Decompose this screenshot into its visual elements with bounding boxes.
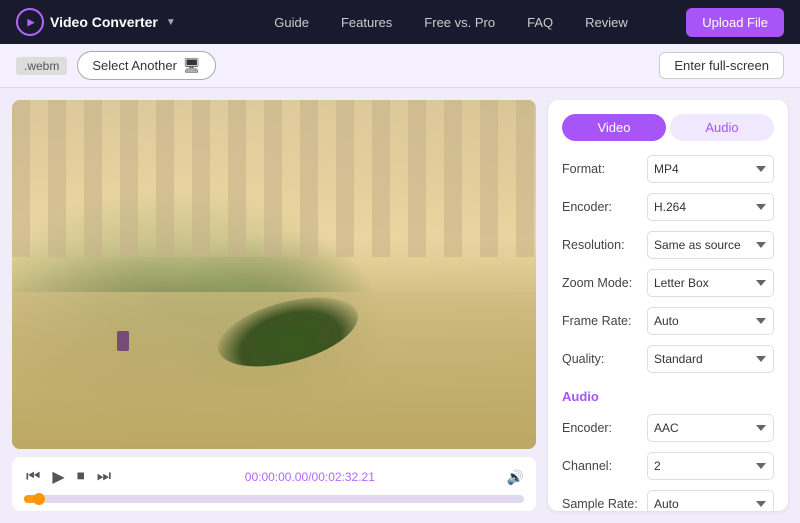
quality-row: Quality: Standard bbox=[562, 345, 774, 373]
nav-links: Guide Features Free vs. Pro FAQ Review bbox=[216, 15, 686, 30]
resolution-label: Resolution: bbox=[562, 238, 647, 252]
top-nav: Video Converter ▼ Guide Features Free vs… bbox=[0, 0, 800, 44]
video-panel: ⏮ ▶ ⏹ ⏭ 00:00:00.00/00:02:32.21 🔊 bbox=[0, 88, 548, 523]
nav-freevspro[interactable]: Free vs. Pro bbox=[424, 15, 495, 30]
zoom-row: Zoom Mode: Letter Box bbox=[562, 269, 774, 297]
upload-file-button[interactable]: Upload File bbox=[686, 8, 784, 37]
audio-section-label: Audio bbox=[562, 389, 774, 404]
time-display: 00:00:00.00/00:02:32.21 bbox=[121, 470, 498, 484]
video-figure bbox=[117, 331, 129, 351]
video-preview bbox=[12, 100, 536, 449]
channel-select[interactable]: 2 bbox=[647, 452, 774, 480]
format-label: Format: bbox=[562, 162, 647, 176]
audio-encoder-label: Encoder: bbox=[562, 421, 647, 435]
samplerate-label: Sample Rate: bbox=[562, 497, 647, 511]
toolbar: .webm Select Another 🖥 Enter full-screen bbox=[0, 44, 800, 88]
fast-forward-button[interactable]: ⏭ bbox=[95, 466, 113, 488]
monitor-icon: 🖥 bbox=[183, 57, 201, 74]
brand-chevron: ▼ bbox=[166, 17, 176, 28]
audio-encoder-select[interactable]: AAC bbox=[647, 414, 774, 442]
rewind-button[interactable]: ⏮ bbox=[24, 466, 42, 488]
brand-logo[interactable]: Video Converter ▼ bbox=[16, 8, 176, 36]
channel-label: Channel: bbox=[562, 459, 647, 473]
nav-review[interactable]: Review bbox=[585, 15, 628, 30]
format-select[interactable]: MP4 bbox=[647, 155, 774, 183]
select-another-label: Select Another bbox=[92, 58, 177, 73]
video-arches bbox=[12, 100, 536, 257]
encoder-video-label: Encoder: bbox=[562, 200, 647, 214]
zoom-select[interactable]: Letter Box bbox=[647, 269, 774, 297]
settings-panel: Video Audio Format: MP4 Encoder: H.264 R… bbox=[548, 100, 788, 511]
main-content: ⏮ ▶ ⏹ ⏭ 00:00:00.00/00:02:32.21 🔊 Video … bbox=[0, 88, 800, 523]
nav-faq[interactable]: FAQ bbox=[527, 15, 553, 30]
volume-button[interactable]: 🔊 bbox=[507, 469, 524, 486]
zoom-label: Zoom Mode: bbox=[562, 276, 647, 290]
stop-button[interactable]: ⏹ bbox=[75, 466, 87, 488]
video-controls: ⏮ ▶ ⏹ ⏭ 00:00:00.00/00:02:32.21 🔊 bbox=[12, 457, 536, 511]
samplerate-select[interactable]: Auto bbox=[647, 490, 774, 511]
fullscreen-button[interactable]: Enter full-screen bbox=[659, 52, 784, 79]
settings-tabs: Video Audio bbox=[562, 114, 774, 141]
select-another-button[interactable]: Select Another 🖥 bbox=[77, 51, 215, 80]
progress-bar[interactable] bbox=[24, 495, 524, 503]
logo-icon bbox=[16, 8, 44, 36]
current-time: 00:00:00.00 bbox=[245, 470, 308, 484]
brand-name: Video Converter bbox=[50, 14, 158, 30]
resolution-row: Resolution: Same as source bbox=[562, 231, 774, 259]
format-row: Format: MP4 bbox=[562, 155, 774, 183]
total-time: 00:02:32.21 bbox=[312, 470, 375, 484]
tab-video[interactable]: Video bbox=[562, 114, 666, 141]
channel-row: Channel: 2 bbox=[562, 452, 774, 480]
tab-audio[interactable]: Audio bbox=[670, 114, 774, 141]
framerate-label: Frame Rate: bbox=[562, 314, 647, 328]
nav-features[interactable]: Features bbox=[341, 15, 392, 30]
framerate-select[interactable]: Auto bbox=[647, 307, 774, 335]
quality-label: Quality: bbox=[562, 352, 647, 366]
framerate-row: Frame Rate: Auto bbox=[562, 307, 774, 335]
file-name-label: .webm bbox=[16, 57, 67, 75]
encoder-video-select[interactable]: H.264 bbox=[647, 193, 774, 221]
resolution-select[interactable]: Same as source bbox=[647, 231, 774, 259]
nav-guide[interactable]: Guide bbox=[274, 15, 309, 30]
toolbar-left: .webm Select Another 🖥 bbox=[16, 51, 216, 80]
controls-buttons-row: ⏮ ▶ ⏹ ⏭ 00:00:00.00/00:02:32.21 🔊 bbox=[24, 465, 524, 489]
progress-thumb[interactable] bbox=[33, 493, 45, 505]
samplerate-row: Sample Rate: Auto bbox=[562, 490, 774, 511]
encoder-video-row: Encoder: H.264 bbox=[562, 193, 774, 221]
quality-select[interactable]: Standard bbox=[647, 345, 774, 373]
play-button[interactable]: ▶ bbox=[50, 465, 66, 489]
audio-encoder-row: Encoder: AAC bbox=[562, 414, 774, 442]
